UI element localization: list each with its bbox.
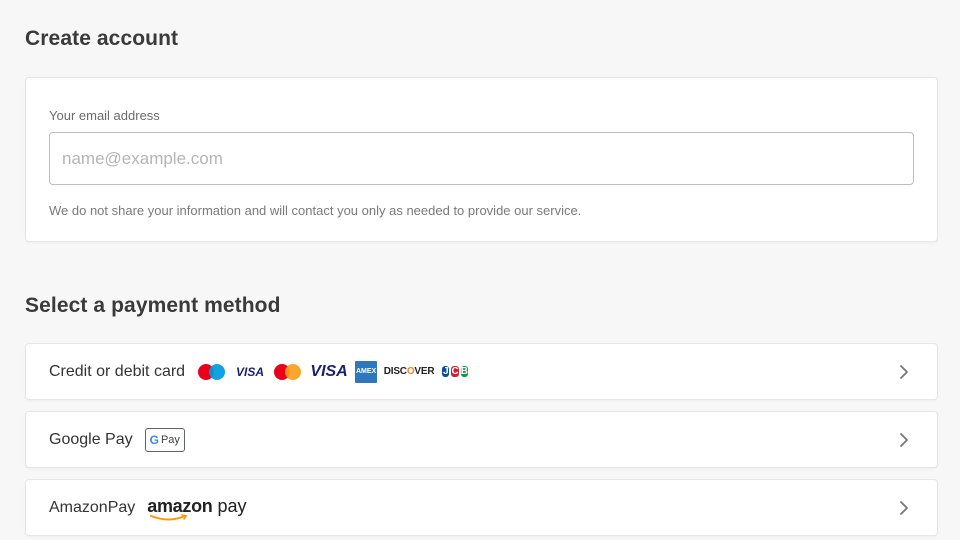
email-input[interactable] [49,132,914,185]
payment-option-amazon-pay[interactable]: AmazonPay amazon pay [25,479,938,536]
chevron-right-icon [900,365,908,379]
create-account-title: Create account [25,27,179,50]
card-brand-logos: VISA VISA AMEX DISC O VER JCB [197,360,469,383]
payment-option-label: AmazonPay [49,498,136,516]
amazon-pay-logo-icon: amazon pay [147,496,247,520]
chevron-right-icon [900,501,908,515]
visa-electron-logo-icon: VISA [236,364,265,379]
discover-logo-icon: DISC O VER [383,366,435,377]
visa-logo-icon: VISA [310,362,348,380]
google-pay-logo-icon: G Pay [144,427,185,452]
payment-option-google-pay[interactable]: Google Pay G Pay [25,411,938,468]
amex-logo-icon: AMEX [355,360,378,383]
email-label: Your email address [49,108,160,123]
email-card: Your email address We do not share your … [25,77,938,242]
jcb-logo-icon: JCB [442,366,469,377]
payment-method-title: Select a payment method [25,294,281,317]
chevron-right-icon [900,433,908,447]
mastercard-logo-icon [273,362,303,382]
payment-option-label: Google Pay [49,430,133,448]
payment-option-label: Credit or debit card [49,362,186,380]
payment-option-card[interactable]: Credit or debit card VISA VISA AMEX DISC… [25,343,938,400]
maestro-logo-icon [197,362,227,382]
email-help-text: We do not share your information and wil… [49,203,582,218]
